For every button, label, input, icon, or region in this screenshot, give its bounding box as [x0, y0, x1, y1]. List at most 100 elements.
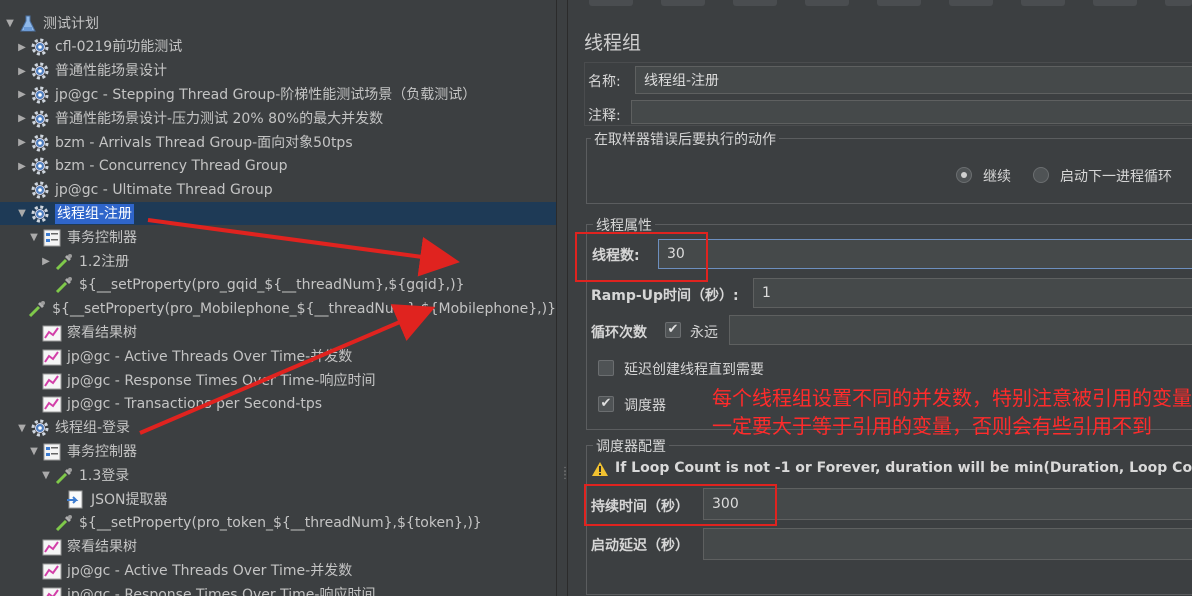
controller-icon — [42, 228, 62, 248]
expand-toggle-icon[interactable]: ▶ — [16, 89, 28, 101]
collapse-toggle-icon[interactable]: ▼ — [28, 232, 40, 244]
collapse-toggle-icon[interactable]: ▼ — [16, 208, 28, 220]
tree-item[interactable]: jp@gc - Transactions per Second-tps — [0, 393, 556, 416]
tree-item-label: jp@gc - Response Times Over Time-响应时间 — [67, 586, 376, 596]
tree-item[interactable]: jp@gc - Ultimate Thread Group — [0, 179, 556, 202]
tree-item[interactable]: ▶ 普通性能场景设计-压力测试 20% 80%的最大并发数 — [0, 107, 556, 130]
tree-item-label: 普通性能场景设计 — [55, 63, 167, 80]
comment-label: 注释: — [588, 108, 621, 124]
continue-radio[interactable] — [956, 167, 972, 183]
tree-item[interactable]: 察看结果树 — [0, 536, 556, 559]
graph-icon — [42, 371, 62, 391]
toolbar-button[interactable] — [589, 0, 633, 6]
gear-icon — [30, 109, 50, 129]
tree-item-label: bzm - Arrivals Thread Group-面向对象50tps — [55, 134, 353, 151]
name-input[interactable]: 线程组-注册 — [635, 66, 1192, 94]
test-plan-tree[interactable]: ▼ 测试计划 ▶ cfl-0219前功能测试 ▶ 普通性能场景设计 ▶ jp@gc - Ste… — [0, 0, 556, 596]
tree-item-label: jp@gc - Response Times Over Time-响应时间 — [67, 372, 376, 389]
pipette-icon — [27, 299, 47, 319]
gear-icon — [30, 180, 50, 200]
tree-item[interactable]: jp@gc - Response Times Over Time-响应时间 — [0, 583, 556, 596]
name-label: 名称: — [588, 74, 621, 90]
tree-item[interactable]: ▼ 线程组-登录 — [0, 417, 556, 440]
startup-delay-input[interactable] — [703, 528, 1192, 560]
toolbar-button[interactable] — [661, 0, 705, 6]
tree-item-label: jp@gc - Stepping Thread Group-阶梯性能测试场景（负… — [55, 86, 477, 103]
tree-item-label: 1.3登录 — [79, 467, 130, 484]
collapse-toggle-icon[interactable]: ▼ — [4, 18, 16, 30]
tree-item[interactable]: ▼ 1.3登录 — [0, 464, 556, 487]
rampup-input[interactable]: 1 — [753, 278, 1192, 308]
tree-item-label: 事务控制器 — [67, 229, 137, 246]
tree-item[interactable]: ▶ cfl-0219前功能测试 — [0, 36, 556, 59]
warning-icon — [592, 462, 608, 476]
continue-radio-label[interactable]: 继续 — [983, 166, 1011, 186]
toolbar-button[interactable] — [1021, 0, 1065, 6]
tree-item[interactable]: ▶ jp@gc - Stepping Thread Group-阶梯性能测试场景（… — [0, 83, 556, 106]
tree-item[interactable]: ▼ 事务控制器 — [0, 226, 556, 249]
collapse-toggle-icon[interactable]: ▼ — [16, 422, 28, 434]
expand-toggle-icon[interactable]: ▶ — [16, 41, 28, 53]
collapse-toggle-icon[interactable]: ▼ — [28, 446, 40, 458]
tree-item[interactable]: ▶ 1.2注册 — [0, 250, 556, 273]
startup-delay-label: 启动延迟（秒） — [591, 538, 689, 554]
toolbar-button[interactable] — [1093, 0, 1137, 6]
tree-item-label: 线程组-注册 — [55, 203, 135, 224]
tree-item-label: cfl-0219前功能测试 — [55, 39, 183, 56]
expand-toggle-icon[interactable]: ▶ — [40, 256, 52, 268]
tree-item[interactable]: 察看结果树 — [0, 321, 556, 344]
start-next-loop-radio[interactable] — [1033, 167, 1049, 183]
thread-group-panel: 线程组 名称: 线程组-注册 注释: 在取样器错误后要执行的动作 继续 启动下一… — [569, 0, 1192, 596]
start-next-loop-label[interactable]: 启动下一进程循环 — [1060, 166, 1172, 186]
forever-checkbox[interactable]: ✔ — [665, 322, 681, 338]
delay-thread-creation-label[interactable]: 延迟创建线程直到需要 — [624, 359, 764, 379]
scheduler-label[interactable]: 调度器 — [624, 395, 666, 415]
tree-item[interactable]: jp@gc - Active Threads Over Time-并发数 — [0, 559, 556, 582]
controller-icon — [42, 442, 62, 462]
tree-item[interactable]: jp@gc - Response Times Over Time-响应时间 — [0, 369, 556, 392]
tree-item[interactable]: ${__setProperty(pro_token_${__threadNum}… — [0, 512, 556, 535]
comment-input[interactable] — [631, 100, 1192, 124]
gear-icon — [30, 37, 50, 57]
graph-icon — [42, 537, 62, 557]
annotation-note: 每个线程组设置不同的并发数，特别注意被引用的变量一定要大于等于引用的变量，否则会… — [712, 386, 1192, 438]
tree-item[interactable]: JSON提取器 — [0, 488, 556, 511]
tree-item[interactable]: ▶ 普通性能场景设计 — [0, 60, 556, 83]
expand-toggle-icon[interactable]: ▶ — [16, 65, 28, 77]
pipette-icon — [54, 275, 74, 295]
error-action-legend: 在取样器错误后要执行的动作 — [591, 129, 779, 149]
expand-toggle-icon[interactable]: ▶ — [16, 160, 28, 172]
tree-item[interactable]: ▼ 事务控制器 — [0, 440, 556, 463]
pipette-icon — [54, 513, 74, 533]
tree-item[interactable]: jp@gc - Active Threads Over Time-并发数 — [0, 345, 556, 368]
expand-toggle-icon[interactable]: ▶ — [16, 113, 28, 125]
forever-label[interactable]: 永远 — [690, 322, 718, 342]
toolbar-button[interactable] — [805, 0, 849, 6]
gear-icon — [30, 61, 50, 81]
tree-item[interactable]: ${__setProperty(pro_Mobilephone_${__thre… — [0, 298, 556, 321]
tree-item[interactable]: ▼ 线程组-注册 — [0, 202, 556, 226]
threads-input[interactable]: 30 — [658, 239, 1192, 269]
delay-thread-creation-checkbox[interactable] — [598, 360, 614, 376]
tree-item[interactable]: ${__setProperty(pro_gqid_${__threadNum},… — [0, 274, 556, 297]
tree-item[interactable]: ▼ 测试计划 — [0, 12, 556, 35]
toolbar — [569, 0, 1192, 10]
toolbar-button[interactable] — [949, 0, 993, 6]
tree-item[interactable]: ▶ bzm - Arrivals Thread Group-面向对象50tps — [0, 131, 556, 154]
tree-item[interactable]: ▶ bzm - Concurrency Thread Group — [0, 155, 556, 178]
loop-count-input[interactable] — [729, 315, 1192, 345]
split-pane-divider[interactable]: ⋮ ⋮ — [556, 0, 570, 596]
toolbar-button[interactable] — [733, 0, 777, 6]
expand-toggle-icon[interactable]: ▶ — [16, 137, 28, 149]
collapse-toggle-icon[interactable]: ▼ — [40, 470, 52, 482]
toolbar-button[interactable] — [877, 0, 921, 6]
toolbar-button[interactable] — [1165, 0, 1192, 6]
scheduler-checkbox[interactable]: ✔ — [598, 396, 614, 412]
